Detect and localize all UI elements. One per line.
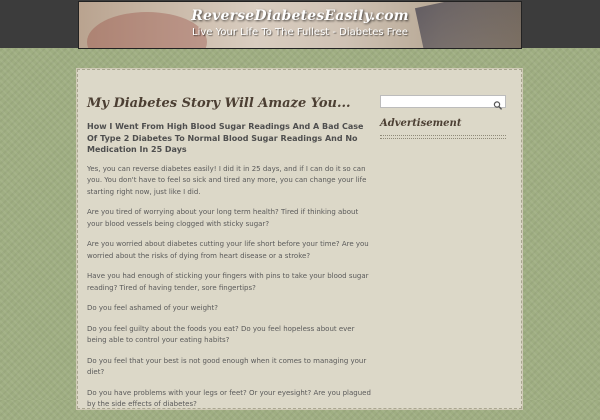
header-banner[interactable]: ReverseDiabetesEasily.com Live Your Life… <box>78 1 522 49</box>
post-paragraph: Yes, you can reverse diabetes easily! I … <box>87 164 367 196</box>
post-content: My Diabetes Story Will Amaze You... How … <box>87 95 375 420</box>
post-title[interactable]: My Diabetes Story Will Amaze You... <box>87 95 375 113</box>
post-paragraph: Are you worried about diabetes cutting y… <box>87 240 369 260</box>
magnifier-icon[interactable] <box>493 96 503 110</box>
site-tagline: Live Your Life To The Fullest - Diabetes… <box>192 27 408 38</box>
advertisement-heading: Advertisement <box>380 118 462 129</box>
search-input[interactable] <box>381 96 489 107</box>
post-paragraph: Do you feel guilty about the foods you e… <box>87 324 355 345</box>
post-paragraph: Are you tired of worrying about your lon… <box>87 208 359 228</box>
main-content-panel: My Diabetes Story Will Amaze You... How … <box>76 68 523 410</box>
search-box <box>380 95 506 110</box>
post-paragraph: Do you have problems with your legs or f… <box>87 388 371 409</box>
site-title[interactable]: ReverseDiabetesEasily.com <box>79 8 521 24</box>
post-subtitle: How I Went From High Blood Sugar Reading… <box>87 122 364 154</box>
sidebar: Advertisement <box>380 95 506 139</box>
post-paragraph: Do you feel that your best is not good e… <box>87 356 367 377</box>
post-paragraph: Do you feel ashamed of your weight? <box>87 304 218 312</box>
post-paragraph: Have you had enough of sticking your fin… <box>87 272 369 292</box>
top-bar: ReverseDiabetesEasily.com Live Your Life… <box>0 0 600 49</box>
widget-divider <box>380 135 506 139</box>
